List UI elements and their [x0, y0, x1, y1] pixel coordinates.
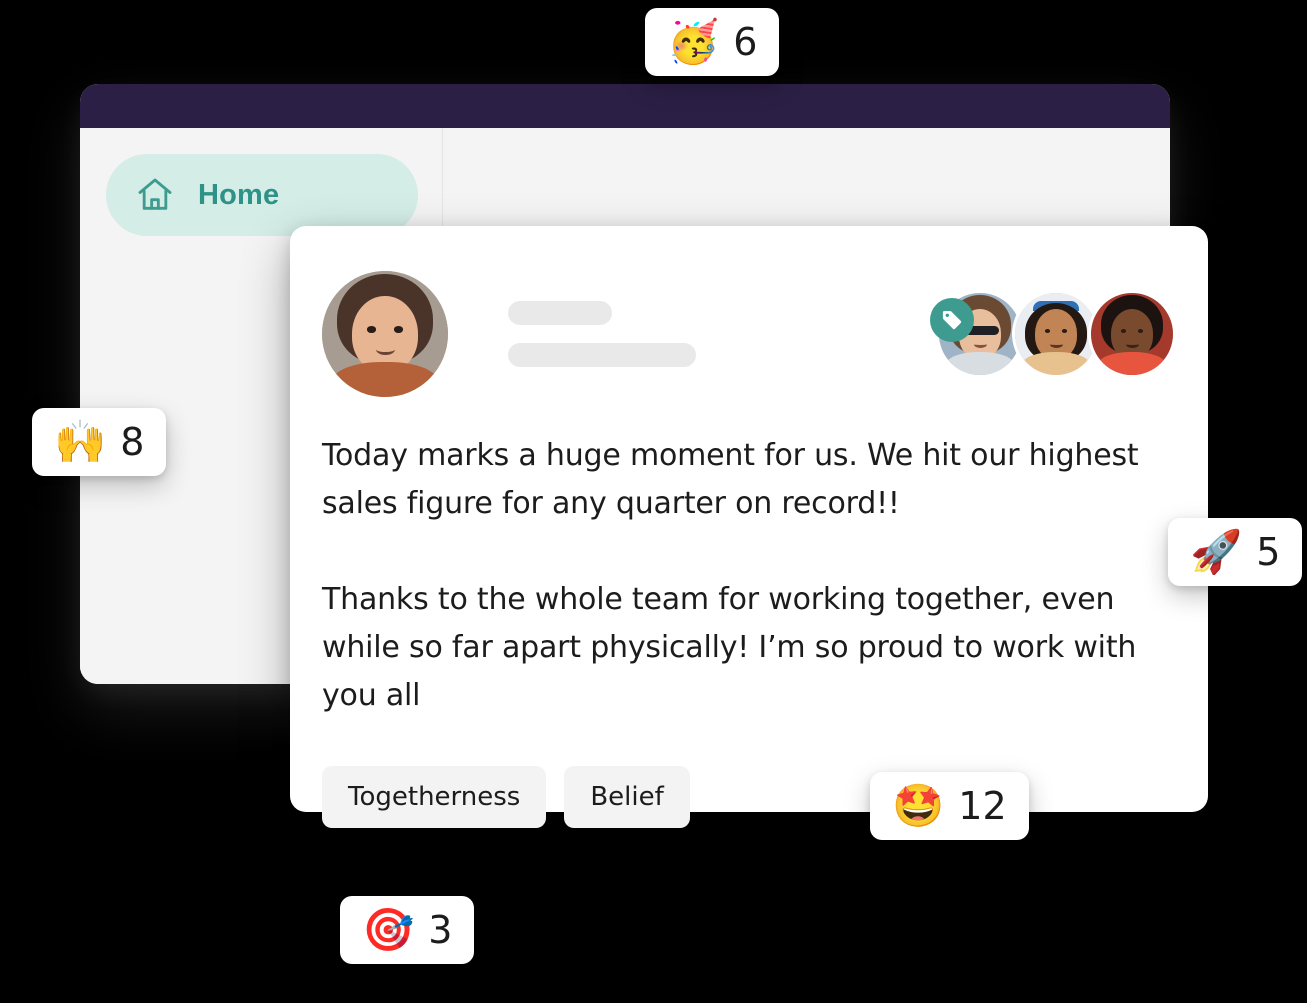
value-tag-togetherness[interactable]: Togetherness	[322, 766, 547, 828]
post-message: Today marks a huge moment for us. We hit…	[322, 432, 1176, 720]
raising-hands-emoji: 🙌	[54, 417, 107, 466]
author-text-placeholders	[508, 301, 696, 367]
recipient-avatar-2[interactable]	[1012, 290, 1100, 378]
avatar-artwork	[322, 271, 448, 397]
star-struck-emoji: 🤩	[892, 781, 945, 830]
recipient-avatar-3[interactable]	[1088, 290, 1176, 378]
reaction-count-star: 12	[958, 784, 1007, 828]
reaction-chip-star[interactable]: 🤩 12	[870, 772, 1029, 840]
home-icon	[134, 174, 176, 216]
reaction-count-dart: 3	[428, 908, 453, 952]
post-paragraph-2: Thanks to the whole team for working tog…	[322, 582, 1137, 713]
reaction-chip-party[interactable]: 🥳 6	[645, 8, 780, 76]
author-meta-placeholder	[508, 343, 696, 367]
partying-face-emoji: 🥳	[667, 17, 720, 66]
avatar-artwork	[1091, 293, 1173, 375]
author-avatar[interactable]	[322, 271, 448, 397]
tag-icon	[930, 298, 974, 342]
post-header	[322, 270, 1176, 398]
sidebar-item-home[interactable]: Home	[106, 154, 418, 236]
reaction-count-rocket: 5	[1256, 530, 1281, 574]
window-titlebar	[80, 84, 1170, 128]
sidebar-item-label-home: Home	[198, 178, 280, 211]
avatar-artwork	[1015, 293, 1097, 375]
reaction-count-hands: 8	[120, 420, 145, 464]
post-card: Today marks a huge moment for us. We hit…	[290, 226, 1208, 828]
author-name-placeholder	[508, 301, 612, 325]
reaction-count-party: 6	[733, 20, 758, 64]
rocket-emoji: 🚀	[1190, 527, 1243, 576]
direct-hit-emoji: 🎯	[362, 905, 415, 954]
reaction-chip-dart[interactable]: 🎯 3	[340, 896, 475, 964]
recipient-avatar-group	[930, 290, 1176, 378]
value-tag-list: Togetherness Belief	[322, 766, 1176, 828]
reaction-chip-rocket[interactable]: 🚀 5	[1168, 518, 1303, 586]
reaction-chip-hands[interactable]: 🙌 8	[32, 408, 167, 476]
value-tag-belief[interactable]: Belief	[564, 766, 690, 828]
page-root: Home Today marks a huge moment for us. W…	[0, 0, 1307, 1003]
post-paragraph-1: Today marks a huge moment for us. We hit…	[322, 438, 1139, 521]
